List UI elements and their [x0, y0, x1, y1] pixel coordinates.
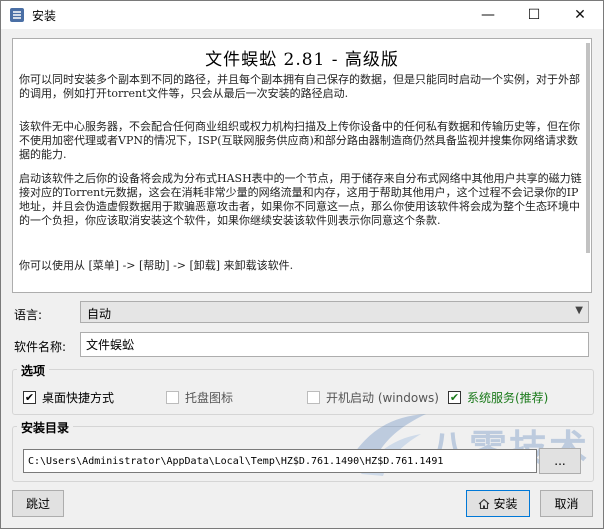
- system-service-checkbox[interactable]: ✔ 系统服务(推荐): [448, 389, 548, 405]
- desktop-shortcut-checkbox[interactable]: ✔ 桌面快捷方式: [23, 389, 114, 405]
- maximize-button[interactable]: ☐: [511, 1, 557, 29]
- empty-checkbox-icon: [307, 390, 320, 404]
- install-button[interactable]: 安装: [466, 490, 530, 517]
- install-path-input[interactable]: [23, 449, 537, 473]
- skip-button[interactable]: 跳过: [12, 490, 64, 517]
- skip-label: 跳过: [25, 497, 50, 511]
- info-title: 文件蜈蚣 2.81 - 高级版: [205, 50, 399, 70]
- checkmark-icon: ✔: [448, 390, 461, 404]
- home-icon: [479, 498, 490, 509]
- info-paragraph-dht: 启动该软件之后你的设备将会成为分布式HASH表中的一个节点，用于储存来自分布式网…: [19, 172, 582, 227]
- tray-icon-checkbox[interactable]: 托盘图标: [166, 389, 233, 405]
- software-name-label: 软件名称:: [14, 340, 67, 354]
- chevron-down-icon: ▼: [575, 305, 583, 316]
- install-label: 安装: [493, 497, 518, 511]
- minimize-button[interactable]: —: [465, 1, 511, 29]
- minimize-icon: —: [481, 7, 495, 23]
- installer-window: 安装 — ☐ ✕ 文件蜈蚣 2.81 - 高级版 你可以同时安装多个副本到不同的…: [0, 0, 604, 529]
- info-scrollbar[interactable]: [585, 39, 591, 292]
- title-bar: 安装 — ☐ ✕: [1, 1, 603, 29]
- install-dir-group-title: 安装目录: [17, 419, 74, 436]
- checkmark-icon: ✔: [23, 390, 36, 404]
- cancel-button[interactable]: 取消: [540, 490, 593, 517]
- empty-checkbox-icon: [166, 390, 179, 404]
- cancel-label: 取消: [554, 497, 579, 511]
- info-panel[interactable]: 文件蜈蚣 2.81 - 高级版 你可以同时安装多个副本到不同的路径，并且每个副本…: [12, 38, 592, 293]
- language-label: 语言:: [14, 308, 43, 322]
- startup-label: 开机启动 (windows): [326, 390, 439, 405]
- software-name-input[interactable]: [80, 332, 589, 357]
- window-title: 安装: [32, 9, 57, 23]
- close-icon: ✕: [574, 7, 586, 23]
- startup-checkbox[interactable]: 开机启动 (windows): [307, 389, 439, 405]
- language-select[interactable]: 自动 ▼: [80, 301, 589, 323]
- maximize-icon: ☐: [527, 7, 541, 23]
- close-button[interactable]: ✕: [557, 1, 603, 29]
- scrollbar-thumb[interactable]: [586, 43, 590, 253]
- language-value: 自动: [87, 307, 112, 321]
- tray-icon-label: 托盘图标: [185, 390, 234, 405]
- system-service-label: 系统服务(推荐): [467, 390, 549, 405]
- browse-button[interactable]: ...: [539, 448, 581, 474]
- info-paragraph-privacy: 该软件无中心服务器，不会配合任何商业组织或权力机构扫描及上传你设备中的任何私有数…: [19, 120, 580, 161]
- info-paragraph-uninstall: 你可以使用从 [菜单] -> [帮助] -> [卸载] 来卸载该软件.: [19, 259, 294, 272]
- desktop-shortcut-label: 桌面快捷方式: [42, 390, 115, 405]
- info-paragraph-instances: 你可以同时安装多个副本到不同的路径，并且每个副本拥有自己保存的数据，但是只能同时…: [19, 73, 580, 100]
- app-icon: [10, 8, 24, 22]
- options-group-title: 选项: [17, 362, 50, 379]
